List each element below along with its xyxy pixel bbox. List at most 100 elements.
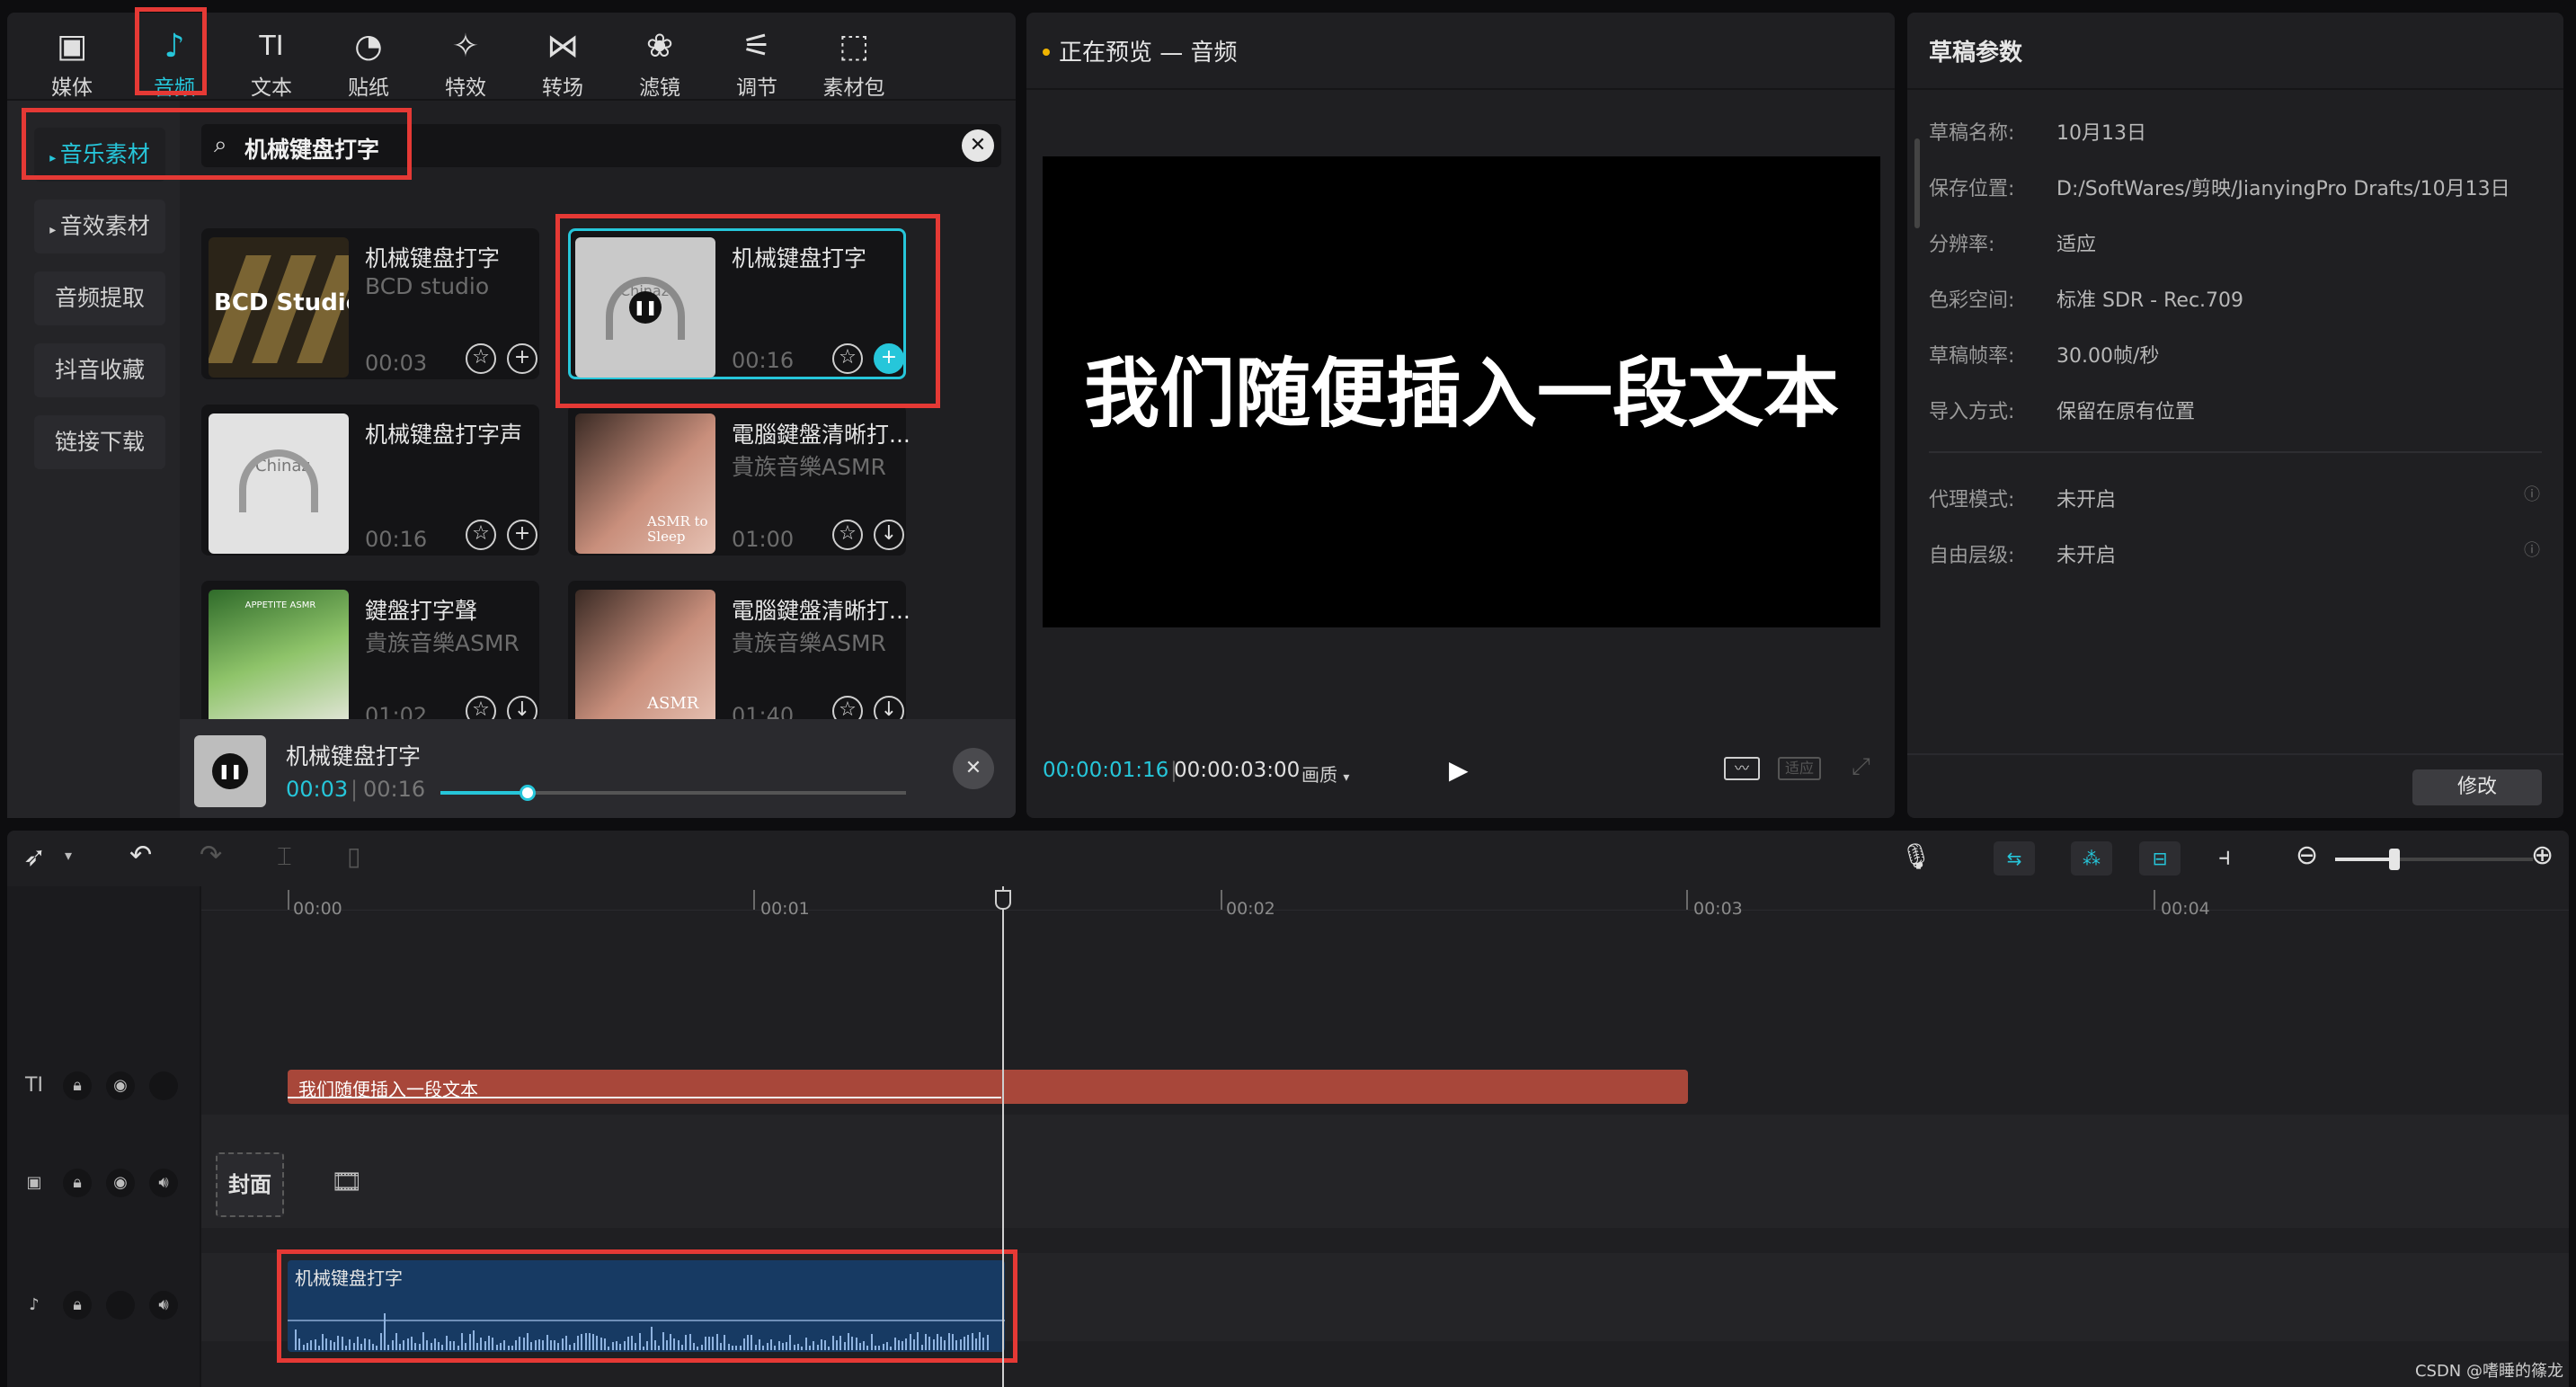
draft-name-label: 草稿名称: <box>1929 122 2015 145</box>
speaker-icon[interactable]: 🔊︎ <box>149 1291 178 1320</box>
ruler-tick-label: 00:02 <box>1226 899 1275 919</box>
zoom-in-icon[interactable]: ⊕ <box>2531 840 2554 871</box>
add-plus-icon[interactable]: + <box>507 520 537 550</box>
download-icon[interactable]: ↓ <box>874 520 904 550</box>
select-cursor-icon[interactable]: ➶ <box>23 841 46 873</box>
favorite-star-icon[interactable]: ☆ <box>832 520 863 550</box>
free-layer-value: 未开启 <box>2056 545 2117 567</box>
track-empty-slot <box>106 1291 135 1320</box>
resolution-label: 分辨率: <box>1929 234 1995 256</box>
zoom-slider[interactable] <box>2335 849 2533 870</box>
audio-card[interactable]: ASMR to Sleep 電腦鍵盤清晰打... 貴族音樂ASMR 01:00 … <box>568 405 910 556</box>
zoom-slider-knob[interactable] <box>2389 849 2400 870</box>
toolbar-effects[interactable]: ✧ 特效 <box>419 13 512 101</box>
text-icon: TI <box>259 31 284 62</box>
track-empty-slot <box>149 1071 178 1100</box>
speaker-icon[interactable]: 🔊︎ <box>149 1169 178 1197</box>
snap-icon[interactable]: ⁂ <box>2071 841 2112 876</box>
waveform-toggle-icon[interactable]: 〰 <box>1724 757 1760 780</box>
zoom-out-icon[interactable]: ⊖ <box>2296 840 2318 871</box>
sidebar-item-extract[interactable]: 音频提取 <box>34 271 165 325</box>
toolbar-transition[interactable]: ⋈ 转场 <box>516 13 609 101</box>
proxy-mode-value: 未开启 <box>2056 489 2117 511</box>
draft-panel: 草稿参数 草稿名称: 10月13日 保存位置: D:/SoftWares/剪映/… <box>1907 13 2563 818</box>
highlight-audio-clip <box>277 1249 1017 1363</box>
clear-search-button[interactable]: ✕ <box>962 129 994 162</box>
chevron-down-icon[interactable]: ▾ <box>65 847 72 864</box>
audio-duration: 00:03 <box>365 351 428 376</box>
watermark: CSDN @嗜睡的篠龙 <box>2414 1362 2563 1381</box>
eye-icon[interactable]: ◉ <box>106 1169 135 1197</box>
player-progress-knob[interactable] <box>520 785 537 801</box>
lock-icon[interactable]: 🔒︎ <box>63 1291 92 1320</box>
status-dot <box>1043 49 1050 56</box>
audio-thumbnail: Chinaz <box>209 413 349 554</box>
preview-canvas[interactable]: 我们随便插入一段文本 <box>1043 156 1880 627</box>
add-plus-icon[interactable]: + <box>507 343 537 374</box>
audio-title: 電腦鍵盤清晰打... <box>732 422 910 448</box>
effects-icon: ✧ <box>451 28 480 65</box>
close-player-button[interactable]: ✕ <box>953 748 994 789</box>
audio-card[interactable]: ASMR 電腦鍵盤清晰打... 貴族音樂ASMR 01:40 ☆ ↓ <box>568 581 910 732</box>
audio-subtitle: 貴族音樂ASMR <box>365 630 520 656</box>
toolbar-filter[interactable]: ❀ 滤镜 <box>613 13 706 101</box>
ruler-tick-label: 00:00 <box>293 899 342 919</box>
audio-card[interactable]: BCD Studio 机械键盘打字 BCD studio 00:03 ☆ + <box>201 228 539 379</box>
toolbar-package[interactable]: ⬚ 素材包 <box>807 13 901 101</box>
edit-button[interactable]: 修改 <box>2412 769 2542 805</box>
toolbar-media[interactable]: ▣ 媒体 <box>25 13 119 101</box>
preview-axis-icon[interactable]: ⫞ <box>2218 841 2231 872</box>
split-icon[interactable]: ⌶ <box>277 841 292 872</box>
player-progress-track[interactable] <box>440 785 906 801</box>
pause-icon[interactable]: ❚❚ <box>212 753 248 789</box>
scrollbar[interactable] <box>1914 138 1920 228</box>
audio-thumbnail: ASMR <box>575 590 715 730</box>
undo-icon[interactable]: ↶ <box>129 840 152 871</box>
audio-card[interactable]: Chinaz 机械键盘打字声 00:16 ☆ + <box>201 405 539 556</box>
toolbar-adjust[interactable]: ⚟ 调节 <box>710 13 804 101</box>
link-main-track-icon[interactable]: ⇆ <box>1994 841 2035 876</box>
playhead[interactable] <box>995 886 1011 1387</box>
play-icon[interactable]: ▶ <box>1449 755 1469 785</box>
save-location-value: D:/SoftWares/剪映/JianyingPro Drafts/10月13… <box>2056 178 2510 200</box>
audio-card[interactable]: APPETITE ASMR 鍵盤打字聲 貴族音樂ASMR 01:02 ☆ ↓ <box>201 581 539 732</box>
resolution-value: 适应 <box>2056 234 2097 256</box>
quality-dropdown[interactable]: 画质 ▾ <box>1301 760 1349 787</box>
frame-rate-value: 30.00帧/秒 <box>2056 345 2160 368</box>
ruler-tick-label: 00:03 <box>1693 899 1743 919</box>
toolbar-text[interactable]: TI 文本 <box>225 13 318 100</box>
audio-title: 机械键盘打字 <box>365 245 501 271</box>
caret-right-icon: ▸ <box>49 223 60 237</box>
frame-rate-label: 草稿帧率: <box>1929 345 2015 368</box>
eye-icon[interactable]: ◉ <box>106 1071 135 1100</box>
favorite-star-icon[interactable]: ☆ <box>466 343 496 374</box>
text-clip[interactable]: 我们随便插入一段文本 <box>288 1070 1688 1104</box>
toolbar-sticker[interactable]: ◔ 贴纸 <box>322 13 415 101</box>
text-track-icon: TI <box>25 1074 43 1097</box>
sidebar-item-sfx[interactable]: ▸ 音效素材 <box>34 200 165 253</box>
lock-icon[interactable]: 🔒︎ <box>63 1169 92 1197</box>
audio-title: 電腦鍵盤清晰打... <box>732 598 910 624</box>
redo-icon[interactable]: ↷ <box>200 840 222 871</box>
microphone-icon[interactable]: 🎙 <box>1900 841 1932 871</box>
sidebar-item-douyin[interactable]: 抖音收藏 <box>34 343 165 397</box>
highlight-selected-card <box>555 214 940 408</box>
time-separator: | <box>351 777 359 802</box>
fullscreen-icon[interactable]: ⤢ <box>1852 753 1870 781</box>
delete-icon[interactable]: ▯ <box>347 841 360 871</box>
help-icon[interactable]: ⓘ <box>2524 538 2540 561</box>
lock-icon[interactable]: 🔒︎ <box>63 1071 92 1100</box>
highlight-sidebar-search <box>22 108 412 180</box>
player-thumbnail: ❚❚ <box>194 735 266 807</box>
audio-duration: 00:16 <box>365 527 428 552</box>
favorite-star-icon[interactable]: ☆ <box>466 520 496 550</box>
help-icon[interactable]: ⓘ <box>2524 482 2540 505</box>
cover-button[interactable]: 封面 <box>216 1152 284 1217</box>
fit-ratio-button[interactable]: 适应 <box>1778 757 1821 780</box>
linkage-icon[interactable]: ⊟ <box>2139 841 2181 876</box>
sidebar-item-link[interactable]: 链接下载 <box>34 415 165 469</box>
film-icon: 🎞︎ <box>331 1167 363 1196</box>
preview-panel: 正在预览 — 音频 我们随便插入一段文本 00:00:01:16 | 00:00… <box>1026 13 1895 818</box>
preview-total-time: 00:00:03:00 <box>1174 759 1301 782</box>
player-title: 机械键盘打字 <box>286 743 422 769</box>
